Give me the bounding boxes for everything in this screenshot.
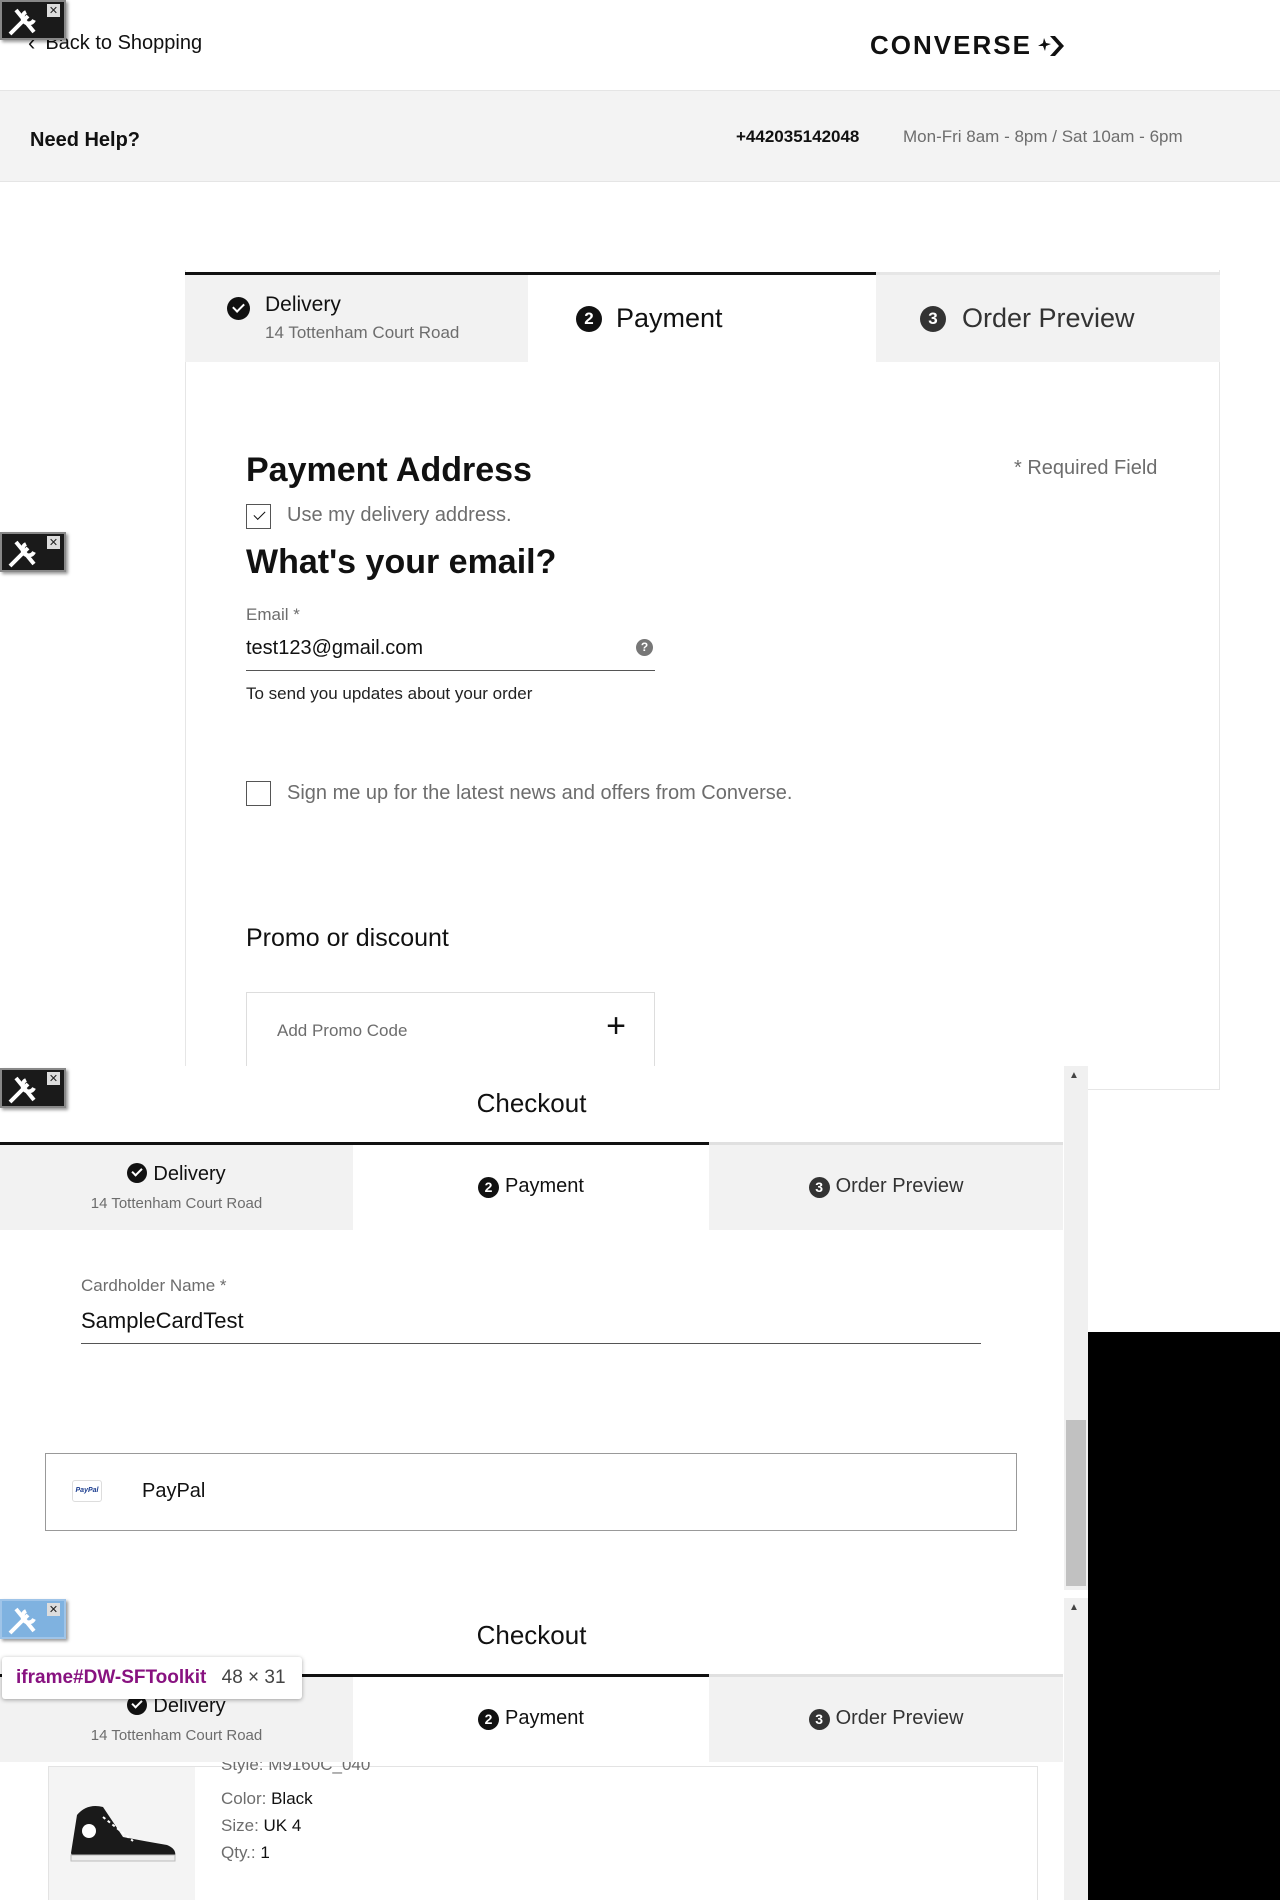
close-icon[interactable]: ✕ bbox=[47, 4, 60, 17]
tools-icon bbox=[8, 1607, 36, 1635]
cardholder-value: SampleCardTest bbox=[81, 1308, 244, 1333]
tab-delivery[interactable]: Delivery 14 Tottenham Court Road bbox=[185, 272, 528, 362]
product-image bbox=[49, 1767, 195, 1900]
sneaker-icon bbox=[70, 1806, 176, 1862]
inspect-tooltip: iframe#DW-SFToolkit 48 × 31 bbox=[2, 1657, 302, 1699]
promo-code-toggle[interactable]: Add Promo Code + bbox=[246, 992, 655, 1072]
use-delivery-address-label: Use my delivery address. bbox=[287, 504, 512, 526]
check-icon bbox=[127, 1163, 148, 1183]
payment-address-title: Payment Address bbox=[246, 451, 532, 489]
cardholder-name-field[interactable]: SampleCardTest bbox=[81, 1302, 981, 1344]
help-icon[interactable]: ? bbox=[636, 639, 653, 656]
qty-value: 1 bbox=[260, 1843, 270, 1862]
toolkit-widget[interactable]: ✕ bbox=[0, 0, 66, 40]
tab-order-label: Order Preview bbox=[835, 1175, 964, 1197]
email-label: Email * bbox=[246, 605, 300, 624]
product-qty: Qty.: 1 bbox=[221, 1843, 270, 1863]
toolkit-widget[interactable]: ✕ bbox=[0, 1068, 66, 1108]
promo-placeholder: Add Promo Code bbox=[277, 1021, 408, 1040]
toolkit-widget[interactable]: ✕ bbox=[0, 532, 66, 572]
close-icon[interactable]: ✕ bbox=[47, 536, 60, 549]
need-help-label: Need Help? bbox=[30, 129, 141, 151]
required-field-note: * Required Field bbox=[1014, 457, 1158, 479]
paypal-logo-icon: PayPal bbox=[72, 1480, 102, 1502]
tab-delivery[interactable]: Delivery 14 Tottenham Court Road bbox=[0, 1142, 353, 1230]
email-field[interactable]: test123@gmail.com ? bbox=[246, 635, 655, 671]
tab-delivery-label: Delivery bbox=[153, 1163, 226, 1185]
tab-payment[interactable]: 2 Payment bbox=[353, 1674, 709, 1762]
step-3-icon: 3 bbox=[808, 1709, 830, 1730]
checkout-title: Checkout bbox=[476, 1620, 587, 1650]
step-2-icon: 2 bbox=[576, 306, 602, 332]
scroll-up-icon[interactable]: ▲ bbox=[1069, 1602, 1079, 1613]
toolkit-widget-highlighted[interactable]: ✕ bbox=[0, 1599, 66, 1639]
close-icon[interactable]: ✕ bbox=[47, 1603, 60, 1616]
cardholder-label: Cardholder Name * bbox=[81, 1276, 227, 1295]
help-hours: Mon-Fri 8am - 8pm / Sat 10am - 6pm bbox=[903, 127, 1183, 146]
tools-icon bbox=[8, 8, 36, 36]
black-panel bbox=[1088, 1332, 1280, 1900]
product-color: Color: Black bbox=[221, 1789, 313, 1809]
tab-order-preview[interactable]: 3 Order Preview bbox=[709, 1142, 1063, 1230]
tab-order-label: Order Preview bbox=[962, 303, 1135, 333]
converse-chevron-icon bbox=[1037, 35, 1064, 56]
tooltip-selector: iframe#DW-SFToolkit bbox=[16, 1667, 207, 1688]
product-card: Style: M9160C_040 Color: Black Size: UK … bbox=[48, 1755, 1038, 1900]
tools-icon bbox=[8, 1076, 36, 1104]
newsletter-label: Sign me up for the latest news and offer… bbox=[287, 782, 793, 804]
tab-delivery-label: Delivery bbox=[265, 293, 341, 316]
tab-delivery-address: 14 Tottenham Court Road bbox=[90, 1727, 263, 1744]
step-3-icon: 3 bbox=[920, 306, 946, 332]
checkout-panel bbox=[185, 270, 1220, 1090]
help-phone[interactable]: +442035142048 bbox=[736, 127, 859, 147]
tab-delivery-address: 14 Tottenham Court Road bbox=[90, 1195, 263, 1212]
check-icon bbox=[227, 297, 250, 320]
checkout-title: Checkout bbox=[476, 1088, 587, 1118]
tab-delivery-address: 14 Tottenham Court Road bbox=[265, 323, 460, 342]
tooltip-size: 48 × 31 bbox=[221, 1667, 286, 1688]
tab-payment-label: Payment bbox=[616, 303, 723, 333]
scroll-up-icon[interactable]: ▲ bbox=[1069, 1070, 1079, 1081]
converse-logo[interactable]: CONVERSE bbox=[870, 30, 1066, 61]
size-label: Size: bbox=[221, 1816, 259, 1835]
email-hint: To send you updates about your order bbox=[246, 684, 533, 703]
paypal-option[interactable]: PayPal PayPal bbox=[45, 1453, 1017, 1531]
newsletter-checkbox[interactable] bbox=[246, 781, 271, 806]
email-value: test123@gmail.com bbox=[246, 637, 424, 659]
email-section-title: What's your email? bbox=[246, 543, 557, 581]
color-value: Black bbox=[271, 1789, 313, 1808]
plus-icon: + bbox=[606, 1007, 626, 1045]
qty-label: Qty.: bbox=[221, 1843, 256, 1862]
scrollbar[interactable]: ▲ bbox=[1064, 1598, 1088, 1900]
color-label: Color: bbox=[221, 1789, 267, 1808]
promo-title: Promo or discount bbox=[246, 924, 449, 952]
tab-payment[interactable]: 2 Payment bbox=[528, 272, 876, 362]
product-size: Size: UK 4 bbox=[221, 1816, 301, 1836]
size-value: UK 4 bbox=[263, 1816, 302, 1835]
back-label: Back to Shopping bbox=[45, 31, 203, 54]
help-bar: Need Help? +442035142048 Mon-Fri 8am - 8… bbox=[0, 90, 1280, 182]
close-icon[interactable]: ✕ bbox=[47, 1072, 60, 1085]
scrollbar[interactable]: ▲ bbox=[1064, 1066, 1088, 1590]
logo-text: CONVERSE bbox=[870, 30, 1032, 60]
tab-payment[interactable]: 2 Payment bbox=[353, 1142, 709, 1230]
tab-order-label: Order Preview bbox=[835, 1707, 964, 1729]
use-delivery-address-checkbox[interactable] bbox=[246, 504, 271, 529]
checkout-iframe-2: Checkout Style: M9160C_040 Color: Black … bbox=[0, 1598, 1088, 1900]
checkout-iframe-1: Checkout Delivery 14 Tottenham Court Roa… bbox=[0, 1066, 1088, 1590]
tab-order-preview[interactable]: 3 Order Preview bbox=[709, 1674, 1063, 1762]
paypal-label: PayPal bbox=[142, 1480, 206, 1502]
scrollbar-thumb[interactable] bbox=[1066, 1420, 1086, 1586]
tab-payment-label: Payment bbox=[505, 1707, 584, 1729]
step-2-icon: 2 bbox=[478, 1709, 500, 1730]
tab-order-preview[interactable]: 3 Order Preview bbox=[876, 272, 1220, 362]
tab-payment-label: Payment bbox=[505, 1175, 584, 1197]
step-3-icon: 3 bbox=[808, 1177, 830, 1198]
step-2-icon: 2 bbox=[478, 1177, 500, 1198]
tools-icon bbox=[8, 540, 36, 568]
